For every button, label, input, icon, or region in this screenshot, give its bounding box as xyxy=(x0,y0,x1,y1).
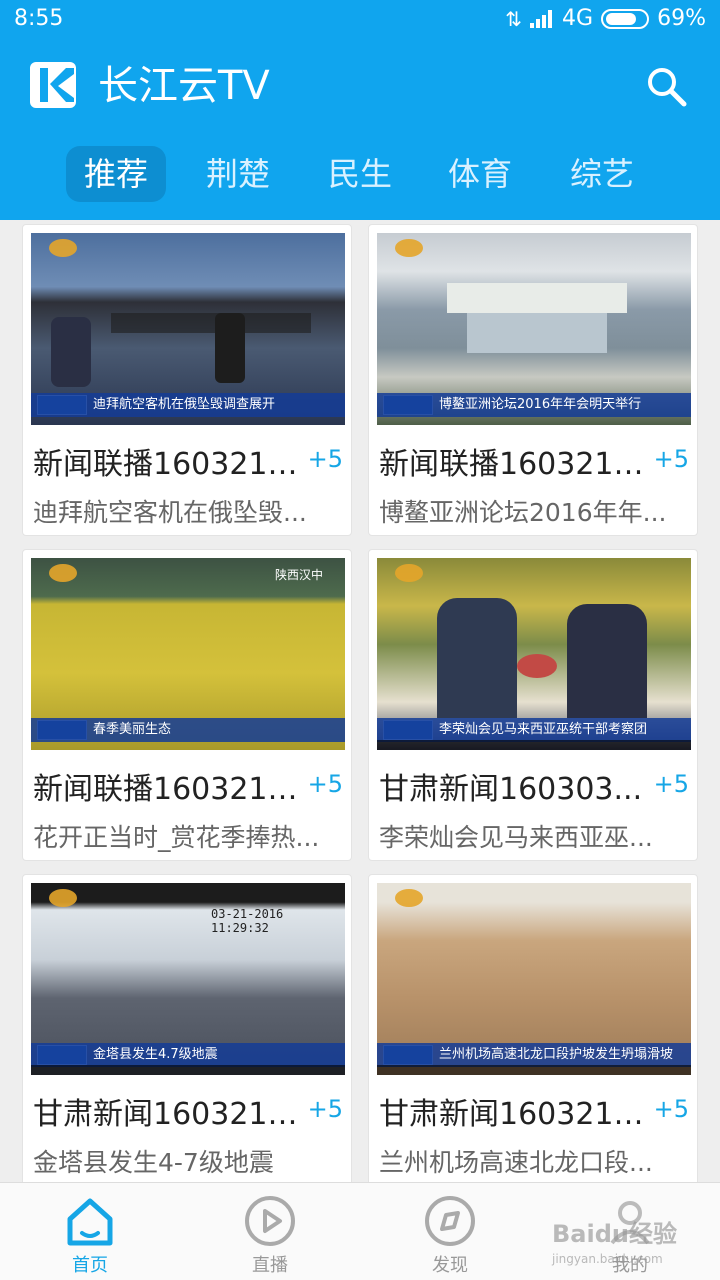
video-card[interactable]: 博鳌亚洲论坛2016年年会明天举行 新闻联播160321_... +5 博鳌亚洲… xyxy=(368,224,698,536)
tab-recommend[interactable]: 推荐 xyxy=(66,146,166,202)
tab-jingchu[interactable]: 荆楚 xyxy=(188,146,288,202)
tv-logo-icon xyxy=(395,889,423,907)
cctv-timestamp: 03-21-2016 11:29:32 xyxy=(211,907,284,935)
card-count: +5 xyxy=(307,445,343,473)
home-icon xyxy=(67,1198,113,1246)
app-logo-icon xyxy=(30,62,76,108)
tv-logo-icon xyxy=(395,564,423,582)
card-title: 新闻联播160321_... xyxy=(33,772,303,807)
nav-discover[interactable]: 发现 xyxy=(360,1183,540,1280)
tv-logo-icon xyxy=(395,239,423,257)
news-ticker xyxy=(377,1065,691,1075)
video-caption: 春季美丽生态 xyxy=(93,722,172,737)
status-indicators: ⇅ 4G 69% xyxy=(505,6,706,31)
video-card[interactable]: 兰州机场高速北龙口段护坡发生坍塌滑坡 甘肃新闻160321_... +5 兰州机… xyxy=(368,874,698,1182)
card-subtitle: 博鳌亚洲论坛2016年年... xyxy=(379,498,667,527)
news-ticker xyxy=(31,1065,345,1075)
video-card[interactable]: 迪拜航空客机在俄坠毁调查展开 新闻联播160321_... +5 迪拜航空客机在… xyxy=(22,224,352,536)
card-title: 新闻联播160321_... xyxy=(379,447,649,482)
card-subtitle: 金塔县发生4-7级地震 xyxy=(33,1148,274,1177)
video-thumbnail[interactable]: 博鳌亚洲论坛2016年年会明天举行 xyxy=(377,233,691,425)
nav-live[interactable]: 直播 xyxy=(180,1183,360,1280)
tab-variety[interactable]: 综艺 xyxy=(552,146,652,202)
status-time: 8:55 xyxy=(14,6,64,31)
caption-bar xyxy=(31,718,345,742)
video-card[interactable]: 李荣灿会见马来西亚巫统干部考察团 甘肃新闻160303... +5 李荣灿会见马… xyxy=(368,549,698,861)
card-subtitle: 李荣灿会见马来西亚巫... xyxy=(379,823,653,852)
card-subtitle: 兰州机场高速北龙口段... xyxy=(379,1148,653,1177)
video-thumbnail[interactable]: 陕西汉中 春季美丽生态 xyxy=(31,558,345,750)
card-title: 甘肃新闻160321_... xyxy=(379,1097,649,1132)
play-icon xyxy=(245,1196,295,1246)
video-thumbnail[interactable]: 兰州机场高速北龙口段护坡发生坍塌滑坡 xyxy=(377,883,691,1075)
card-title: 甘肃新闻160303... xyxy=(379,772,643,807)
video-thumbnail[interactable]: 李荣灿会见马来西亚巫统干部考察团 xyxy=(377,558,691,750)
nav-home[interactable]: 首页 xyxy=(0,1183,180,1280)
card-subtitle: 花开正当时_赏花季捧热... xyxy=(33,823,320,852)
card-count: +5 xyxy=(653,445,689,473)
data-transfer-icon: ⇅ xyxy=(505,6,523,31)
nav-label: 直播 xyxy=(252,1255,288,1276)
card-subtitle: 迪拜航空客机在俄坠毁... xyxy=(33,498,307,527)
video-grid: 迪拜航空客机在俄坠毁调查展开 新闻联播160321_... +5 迪拜航空客机在… xyxy=(0,220,720,1182)
video-card[interactable]: 03-21-2016 11:29:32 金塔县发生4.7级地震 甘肃新闻1603… xyxy=(22,874,352,1182)
tv-logo-icon xyxy=(49,564,77,582)
signal-icon xyxy=(530,9,554,28)
tab-minsheng[interactable]: 民生 xyxy=(310,146,410,202)
app-header: 8:55 ⇅ 4G 69% 长江云TV 推荐 荆楚 民生 体育 综艺 xyxy=(0,0,720,220)
location-label: 陕西汉中 xyxy=(274,568,323,582)
card-count: +5 xyxy=(307,1095,343,1123)
nav-label: 首页 xyxy=(72,1255,108,1276)
video-caption: 博鳌亚洲论坛2016年年会明天举行 xyxy=(439,397,642,412)
video-caption: 兰州机场高速北龙口段护坡发生坍塌滑坡 xyxy=(439,1047,674,1062)
battery-icon xyxy=(601,8,650,29)
tab-sports[interactable]: 体育 xyxy=(430,146,530,202)
network-type: 4G xyxy=(562,6,594,31)
video-caption: 迪拜航空客机在俄坠毁调查展开 xyxy=(93,397,276,412)
card-count: +5 xyxy=(653,1095,689,1123)
search-icon[interactable] xyxy=(644,64,688,108)
news-ticker xyxy=(377,740,691,750)
video-caption: 金塔县发生4.7级地震 xyxy=(93,1047,218,1062)
card-title: 新闻联播160321_... xyxy=(33,447,303,482)
tv-logo-icon xyxy=(49,889,77,907)
video-thumbnail[interactable]: 迪拜航空客机在俄坠毁调查展开 xyxy=(31,233,345,425)
card-count: +5 xyxy=(307,770,343,798)
status-bar: 8:55 ⇅ 4G 69% xyxy=(0,0,720,42)
video-caption: 李荣灿会见马来西亚巫统干部考察团 xyxy=(439,722,648,737)
card-count: +5 xyxy=(653,770,689,798)
nav-label: 发现 xyxy=(432,1255,468,1276)
battery-level: 69% xyxy=(657,6,706,31)
watermark: Baidu经验 xyxy=(552,1220,677,1248)
category-tabs: 推荐 荆楚 民生 体育 综艺 xyxy=(0,146,720,206)
video-card[interactable]: 陕西汉中 春季美丽生态 新闻联播160321_... +5 花开正当时_赏花季捧… xyxy=(22,549,352,861)
compass-icon xyxy=(425,1196,475,1246)
card-title: 甘肃新闻160321_... xyxy=(33,1097,303,1132)
video-thumbnail[interactable]: 03-21-2016 11:29:32 金塔县发生4.7级地震 xyxy=(31,883,345,1075)
watermark-url: jingyan.baidu.com xyxy=(552,1252,663,1266)
tv-logo-icon xyxy=(49,239,77,257)
app-title: 长江云TV xyxy=(98,63,270,109)
